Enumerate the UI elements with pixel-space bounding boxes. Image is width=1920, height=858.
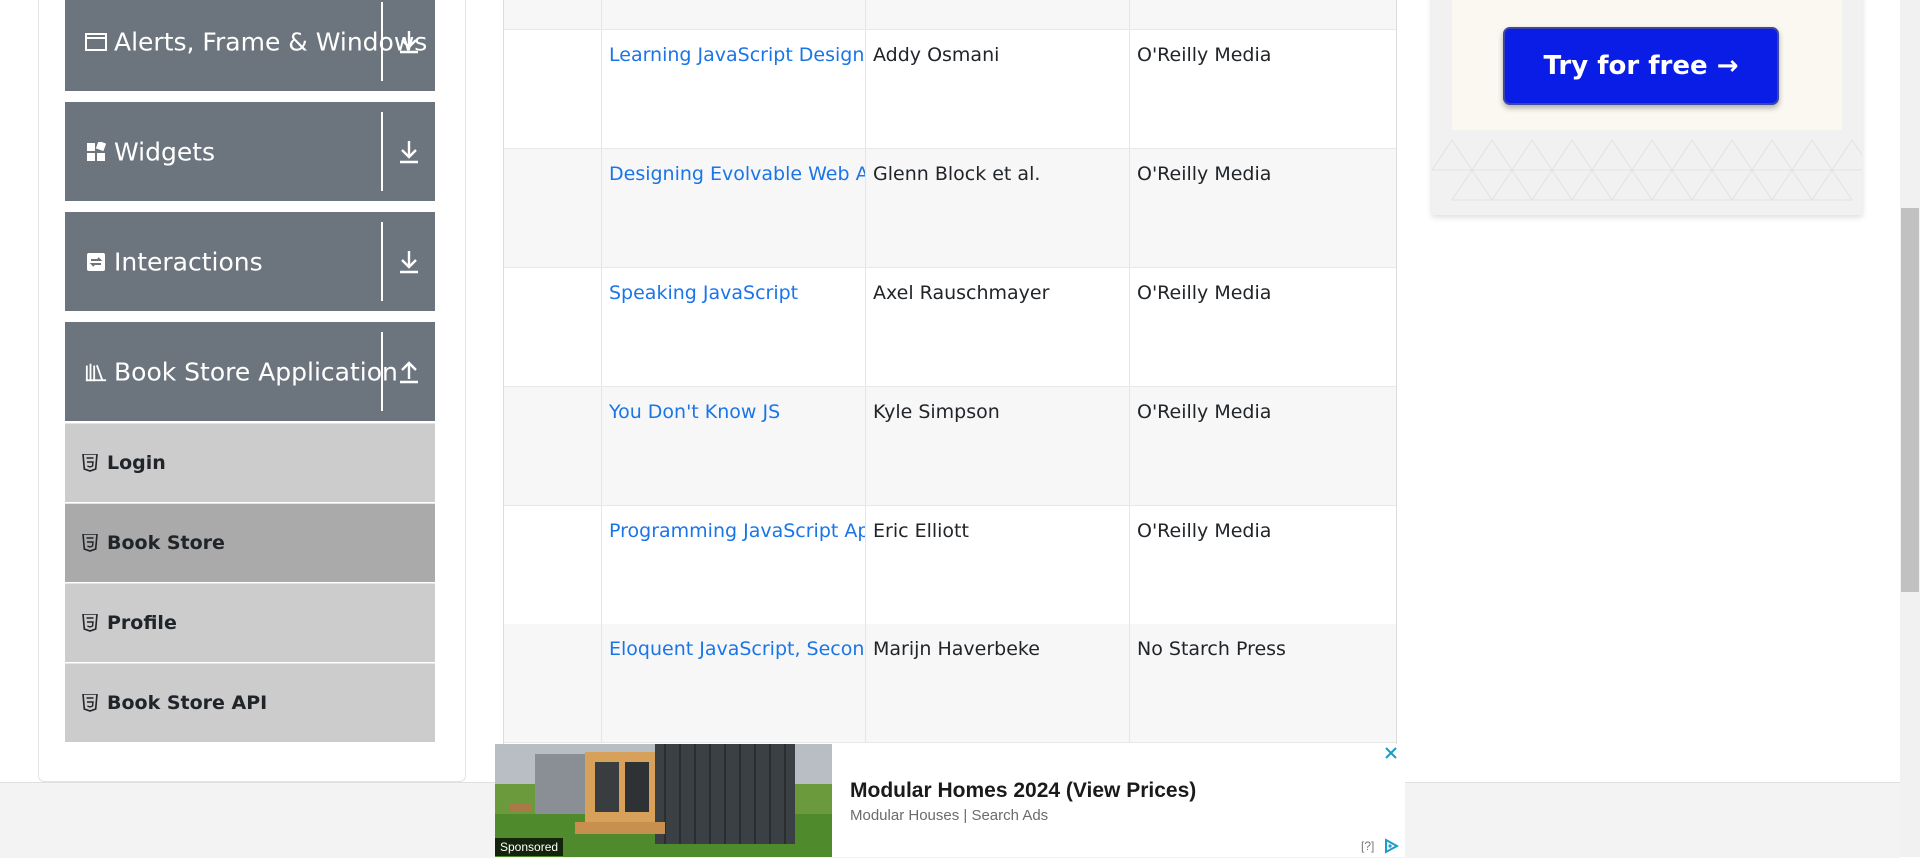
table-row: Designing Evolvable Web API Glenn Block … bbox=[504, 149, 1396, 268]
ad-title[interactable]: Modular Homes 2024 (View Prices) bbox=[850, 779, 1196, 803]
upload-arrow-icon[interactable] bbox=[396, 357, 422, 387]
download-arrow-icon[interactable] bbox=[396, 27, 422, 57]
sidebar-item-book-store-api[interactable]: Book Store API bbox=[65, 663, 435, 742]
book-title-link[interactable]: Designing Evolvable Web API bbox=[609, 163, 866, 185]
sponsored-ad[interactable]: Sponsored Modular Homes 2024 (View Price… bbox=[495, 744, 1405, 857]
book-image-cell bbox=[504, 268, 601, 386]
book-publisher-cell: O'Reilly Media bbox=[1129, 387, 1396, 505]
divider bbox=[381, 2, 383, 81]
table-row: Speaking JavaScript Axel Rauschmayer O'R… bbox=[504, 268, 1396, 387]
sidebar-item-profile[interactable]: Profile bbox=[65, 583, 435, 662]
download-arrow-icon[interactable] bbox=[396, 247, 422, 277]
group-book-store-application[interactable]: Book Store Application bbox=[65, 322, 435, 421]
divider bbox=[381, 222, 383, 301]
html5-icon bbox=[82, 614, 98, 632]
table-row: Eloquent JavaScript, Second E Marijn Hav… bbox=[504, 624, 1396, 743]
book-publisher: O'Reilly Media bbox=[1137, 44, 1272, 66]
book-publisher: No Starch Press bbox=[1137, 638, 1286, 660]
book-author: Kyle Simpson bbox=[873, 401, 1000, 423]
book-publisher-cell: O'Reilly Media bbox=[1129, 149, 1396, 267]
book-image-cell bbox=[504, 149, 601, 267]
table-row: Programming JavaScript App Eric Elliott … bbox=[504, 506, 1396, 625]
table-cell bbox=[504, 0, 601, 29]
book-title-link[interactable]: You Don't Know JS bbox=[609, 401, 780, 423]
book-author: Axel Rauschmayer bbox=[873, 282, 1050, 304]
ad-source: Modular Houses | Search Ads bbox=[850, 807, 1049, 824]
book-author-cell: Marijn Haverbeke bbox=[865, 624, 1130, 742]
book-publisher: O'Reilly Media bbox=[1137, 163, 1272, 185]
book-publisher-cell: O'Reilly Media bbox=[1129, 268, 1396, 386]
book-title-cell: Eloquent JavaScript, Second E bbox=[601, 624, 866, 742]
book-title-link[interactable]: Learning JavaScript Design Pa bbox=[609, 44, 866, 66]
sponsored-label: Sponsored bbox=[495, 838, 564, 856]
book-publisher-cell: O'Reilly Media bbox=[1129, 506, 1396, 624]
table-row: Learning JavaScript Design Pa Addy Osman… bbox=[504, 30, 1396, 149]
ad-help-link[interactable]: [?] bbox=[1361, 839, 1374, 853]
table-row bbox=[504, 0, 1396, 30]
book-title-cell: You Don't Know JS bbox=[601, 387, 866, 505]
book-author-cell: Glenn Block et al. bbox=[865, 149, 1130, 267]
book-title-link[interactable]: Programming JavaScript App bbox=[609, 520, 866, 542]
divider bbox=[381, 112, 383, 191]
sidebar-item-label: Login bbox=[107, 452, 166, 474]
book-image-cell bbox=[504, 30, 601, 148]
book-publisher: O'Reilly Media bbox=[1137, 401, 1272, 423]
book-publisher-cell: No Starch Press bbox=[1129, 624, 1396, 742]
widgets-icon bbox=[85, 141, 107, 163]
html5-icon bbox=[82, 454, 98, 472]
sidebar-item-book-store[interactable]: Book Store bbox=[65, 503, 435, 582]
book-title-link[interactable]: Speaking JavaScript bbox=[609, 282, 798, 304]
book-image-cell bbox=[504, 624, 601, 742]
book-title-cell: Speaking JavaScript bbox=[601, 268, 866, 386]
window-icon bbox=[85, 31, 107, 53]
group-label: Widgets bbox=[114, 137, 216, 166]
books-icon bbox=[85, 361, 107, 383]
group-label: Interactions bbox=[114, 247, 263, 276]
book-author-cell: Kyle Simpson bbox=[865, 387, 1130, 505]
book-title-link[interactable]: Eloquent JavaScript, Second E bbox=[609, 638, 866, 660]
sidebar-item-label: Book Store API bbox=[107, 692, 268, 714]
group-label: Book Store Application bbox=[114, 357, 398, 386]
book-author: Eric Elliott bbox=[873, 520, 969, 542]
table-cell bbox=[1129, 0, 1396, 29]
book-image-cell bbox=[504, 387, 601, 505]
book-publisher-cell: O'Reilly Media bbox=[1129, 30, 1396, 148]
sidebar-item-label: Profile bbox=[107, 612, 177, 634]
download-arrow-icon[interactable] bbox=[396, 137, 422, 167]
book-image-cell bbox=[504, 506, 601, 624]
sidebar-item-login[interactable]: Login bbox=[65, 423, 435, 502]
book-author-cell: Eric Elliott bbox=[865, 506, 1130, 624]
adchoices-icon[interactable] bbox=[1383, 838, 1399, 854]
divider bbox=[381, 332, 383, 411]
html5-icon bbox=[82, 534, 98, 552]
table-cell bbox=[865, 0, 1130, 29]
group-widgets[interactable]: Widgets bbox=[65, 102, 435, 201]
close-icon[interactable] bbox=[1382, 744, 1400, 762]
html5-icon bbox=[82, 694, 98, 712]
group-interactions[interactable]: Interactions bbox=[65, 212, 435, 311]
books-table: Learning JavaScript Design Pa Addy Osman… bbox=[503, 0, 1397, 745]
book-author-cell: Axel Rauschmayer bbox=[865, 268, 1130, 386]
table-row: You Don't Know JS Kyle Simpson O'Reilly … bbox=[504, 387, 1396, 506]
book-author: Glenn Block et al. bbox=[873, 163, 1041, 185]
book-author: Addy Osmani bbox=[873, 44, 1000, 66]
book-title-cell: Learning JavaScript Design Pa bbox=[601, 30, 866, 148]
book-author: Marijn Haverbeke bbox=[873, 638, 1040, 660]
book-publisher: O'Reilly Media bbox=[1137, 282, 1272, 304]
book-publisher: O'Reilly Media bbox=[1137, 520, 1272, 542]
sidebar-item-label: Book Store bbox=[107, 532, 225, 554]
book-title-cell: Programming JavaScript App bbox=[601, 506, 866, 624]
try-for-free-button[interactable]: Try for free → bbox=[1503, 27, 1779, 105]
table-cell bbox=[601, 0, 866, 29]
book-author-cell: Addy Osmani bbox=[865, 30, 1130, 148]
interactions-icon bbox=[85, 251, 107, 273]
scrollbar-thumb[interactable] bbox=[1901, 208, 1919, 592]
group-alerts-frame-windows[interactable]: Alerts, Frame & Windows bbox=[65, 0, 435, 91]
book-title-cell: Designing Evolvable Web API bbox=[601, 149, 866, 267]
